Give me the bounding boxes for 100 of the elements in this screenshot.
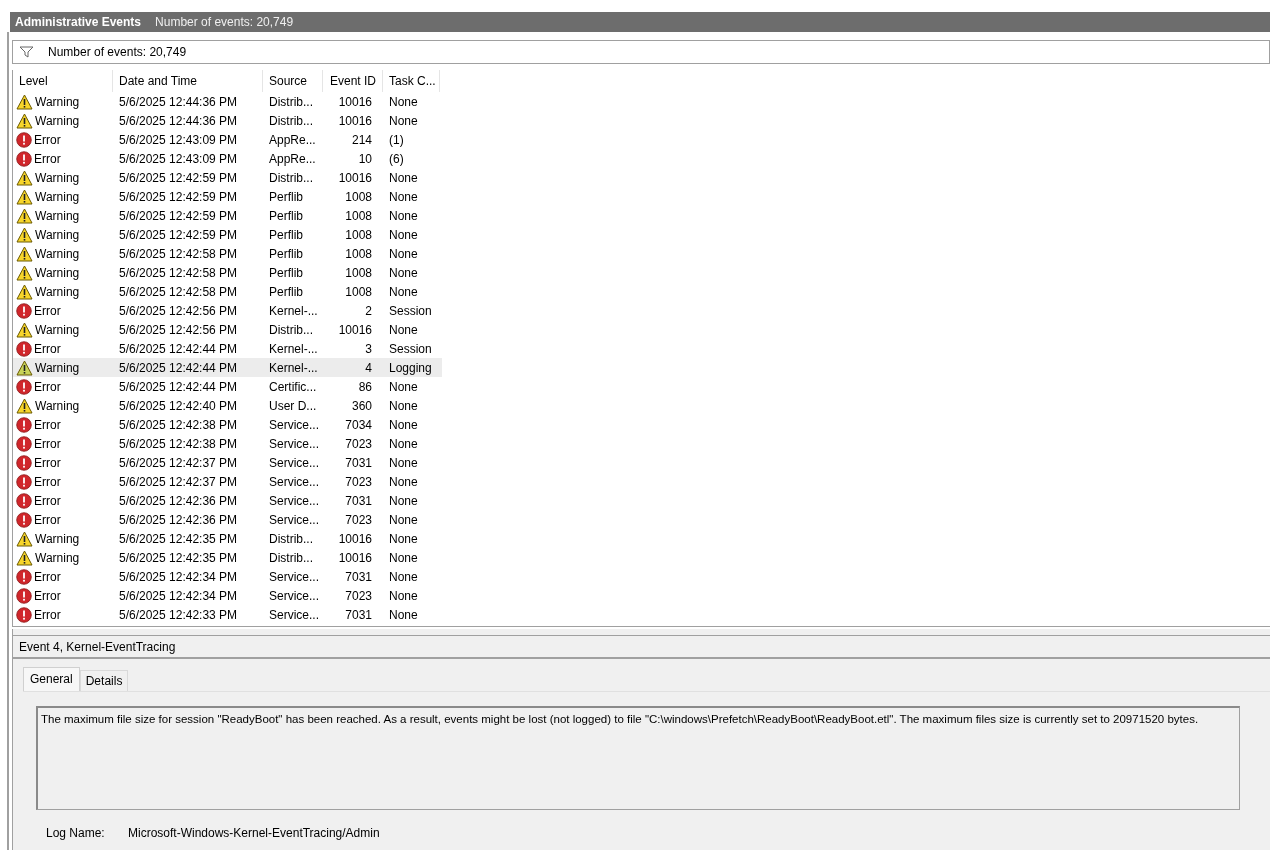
event-row[interactable]: Warning 5/6/2025 12:42:40 PM User D... 360 None	[13, 396, 442, 415]
event-row[interactable]: Warning 5/6/2025 12:42:59 PM Perflib 1008 None	[13, 225, 442, 244]
event-row[interactable]: Warning 5/6/2025 12:42:58 PM Perflib 1008 None	[13, 263, 442, 282]
filter-event-count: Number of events: 20,749	[48, 45, 187, 59]
event-id-cell-text: 1008	[344, 245, 373, 263]
event-row[interactable]: Warning 5/6/2025 12:42:59 PM Distrib... 10016 None	[13, 168, 442, 187]
event-row[interactable]: Error 5/6/2025 12:42:38 PM Service... 7023 None	[13, 434, 442, 453]
date-cell-text: 5/6/2025 12:43:09 PM	[118, 150, 239, 168]
task-category-cell-text: None	[388, 321, 419, 339]
task-category-cell-text: None	[388, 606, 419, 624]
event-row[interactable]: Error 5/6/2025 12:43:09 PM AppRe... 214 (1)	[13, 130, 442, 149]
date-cell-text: 5/6/2025 12:42:44 PM	[118, 359, 239, 377]
column-header[interactable]: Level	[13, 70, 113, 92]
event-row[interactable]: Error 5/6/2025 12:42:34 PM Service... 7031 None	[13, 567, 442, 586]
task-category-cell-text: None	[388, 188, 419, 206]
level-text: Error	[34, 379, 61, 394]
event-id-cell-text: 214	[350, 131, 373, 149]
event-row[interactable]: Warning 5/6/2025 12:42:44 PM Kernel-... 4 Logging	[13, 358, 442, 377]
level-text: Error	[34, 474, 61, 489]
event-id-cell-text: 7031	[344, 606, 373, 624]
date-cell-text: 5/6/2025 12:42:58 PM	[118, 283, 239, 301]
event-id-cell-text: 10016	[337, 321, 373, 339]
tab[interactable]: General	[23, 667, 80, 691]
column-header[interactable]: Task C...	[383, 70, 440, 92]
level-text: Error	[34, 341, 61, 356]
date-cell-text: 5/6/2025 12:42:35 PM	[118, 530, 239, 548]
event-row[interactable]: Error 5/6/2025 12:42:36 PM Service... 7023 None	[13, 510, 442, 529]
event-row[interactable]: Error 5/6/2025 12:42:37 PM Service... 7023 None	[13, 472, 442, 491]
event-row[interactable]: Error 5/6/2025 12:42:36 PM Service... 7031 None	[13, 491, 442, 510]
task-category-cell-text: None	[388, 112, 419, 130]
task-category-cell-text: None	[388, 473, 419, 491]
level-text: Error	[34, 493, 61, 508]
level-text: Warning	[35, 531, 80, 546]
event-id-cell-text: 7023	[344, 587, 373, 605]
event-row[interactable]: Warning 5/6/2025 12:42:35 PM Distrib... 10016 None	[13, 548, 442, 567]
level-text: Warning	[35, 550, 80, 565]
event-row[interactable]: Error 5/6/2025 12:42:56 PM Kernel-... 2 Session	[13, 301, 442, 320]
task-category-cell-text: None	[388, 511, 419, 529]
date-cell-text: 5/6/2025 12:42:36 PM	[118, 492, 239, 510]
event-row[interactable]: Warning 5/6/2025 12:42:35 PM Distrib... 10016 None	[13, 529, 442, 548]
level-text: Error	[34, 512, 61, 527]
level-text: Error	[34, 151, 61, 166]
task-category-cell-text: None	[388, 492, 419, 510]
column-header[interactable]: Date and Time	[113, 70, 263, 92]
event-row[interactable]: Warning 5/6/2025 12:42:56 PM Distrib... 10016 None	[13, 320, 442, 339]
event-id-cell-text: 360	[350, 397, 373, 415]
source-cell-text: Kernel-...	[268, 340, 319, 358]
source-cell-text: AppRe...	[268, 150, 317, 168]
event-row[interactable]: Error 5/6/2025 12:42:34 PM Service... 7023 None	[13, 586, 442, 605]
level-text: Warning	[35, 322, 80, 337]
date-cell-text: 5/6/2025 12:44:36 PM	[118, 93, 239, 111]
level-text: Warning	[35, 189, 80, 204]
date-cell-text: 5/6/2025 12:42:40 PM	[118, 397, 239, 415]
field-label: Log Name:	[46, 826, 106, 840]
event-row[interactable]: Warning 5/6/2025 12:44:36 PM Distrib... 10016 None	[13, 92, 442, 111]
event-row[interactable]: Warning 5/6/2025 12:42:59 PM Perflib 1008 None	[13, 187, 442, 206]
task-category-cell-text: Session	[388, 340, 433, 358]
event-id-cell-text: 10016	[337, 549, 373, 567]
column-header[interactable]: Event ID	[323, 70, 383, 92]
event-id-cell-text: 7034	[344, 416, 373, 434]
source-cell-text: Perflib	[268, 283, 304, 301]
filter-icon[interactable]	[19, 46, 34, 58]
level-text: Warning	[35, 113, 80, 128]
source-cell-text: Distrib...	[268, 549, 314, 567]
task-category-cell-text: None	[388, 283, 419, 301]
level-text: Error	[34, 607, 61, 622]
event-row[interactable]: Error 5/6/2025 12:43:09 PM AppRe... 10 (6)	[13, 149, 442, 168]
event-id-cell-text: 10016	[337, 112, 373, 130]
level-text: Error	[34, 455, 61, 470]
source-cell-text: Kernel-...	[268, 359, 319, 377]
task-category-cell-text: None	[388, 226, 419, 244]
date-cell-text: 5/6/2025 12:42:44 PM	[118, 378, 239, 396]
date-cell-text: 5/6/2025 12:42:33 PM	[118, 606, 239, 624]
event-id-cell-text: 1008	[344, 207, 373, 225]
source-cell-text: Service...	[268, 511, 320, 529]
task-category-cell-text: None	[388, 587, 419, 605]
event-row[interactable]: Error 5/6/2025 12:42:44 PM Kernel-... 3 Session	[13, 339, 442, 358]
level-text: Warning	[35, 94, 80, 109]
tab[interactable]: Details	[79, 670, 129, 691]
column-header[interactable]: Source	[263, 70, 323, 92]
event-row[interactable]: Warning 5/6/2025 12:42:58 PM Perflib 1008 None	[13, 244, 442, 263]
source-cell-text: Service...	[268, 606, 320, 624]
event-row[interactable]: Warning 5/6/2025 12:42:59 PM Perflib 1008 None	[13, 206, 442, 225]
level-text: Error	[34, 303, 61, 318]
event-id-cell-text: 7031	[344, 568, 373, 586]
task-category-cell-text: None	[388, 264, 419, 282]
task-category-cell-text: Logging	[388, 359, 433, 377]
level-text: Error	[34, 436, 61, 451]
level-text: Warning	[35, 246, 80, 261]
date-cell-text: 5/6/2025 12:42:59 PM	[118, 226, 239, 244]
event-row[interactable]: Warning 5/6/2025 12:42:58 PM Perflib 1008 None	[13, 282, 442, 301]
event-row[interactable]: Error 5/6/2025 12:42:44 PM Certific... 86 None	[13, 377, 442, 396]
source-cell-text: Perflib	[268, 226, 304, 244]
event-row[interactable]: Error 5/6/2025 12:42:38 PM Service... 7034 None	[13, 415, 442, 434]
event-row[interactable]: Error 5/6/2025 12:42:37 PM Service... 7031 None	[13, 453, 442, 472]
event-row[interactable]: Warning 5/6/2025 12:44:36 PM Distrib... 10016 None	[13, 111, 442, 130]
event-id-cell-text: 2	[364, 302, 373, 320]
source-cell-text: Perflib	[268, 245, 304, 263]
event-id-cell-text: 3	[364, 340, 373, 358]
event-row[interactable]: Error 5/6/2025 12:42:33 PM Service... 7031 None	[13, 605, 442, 624]
